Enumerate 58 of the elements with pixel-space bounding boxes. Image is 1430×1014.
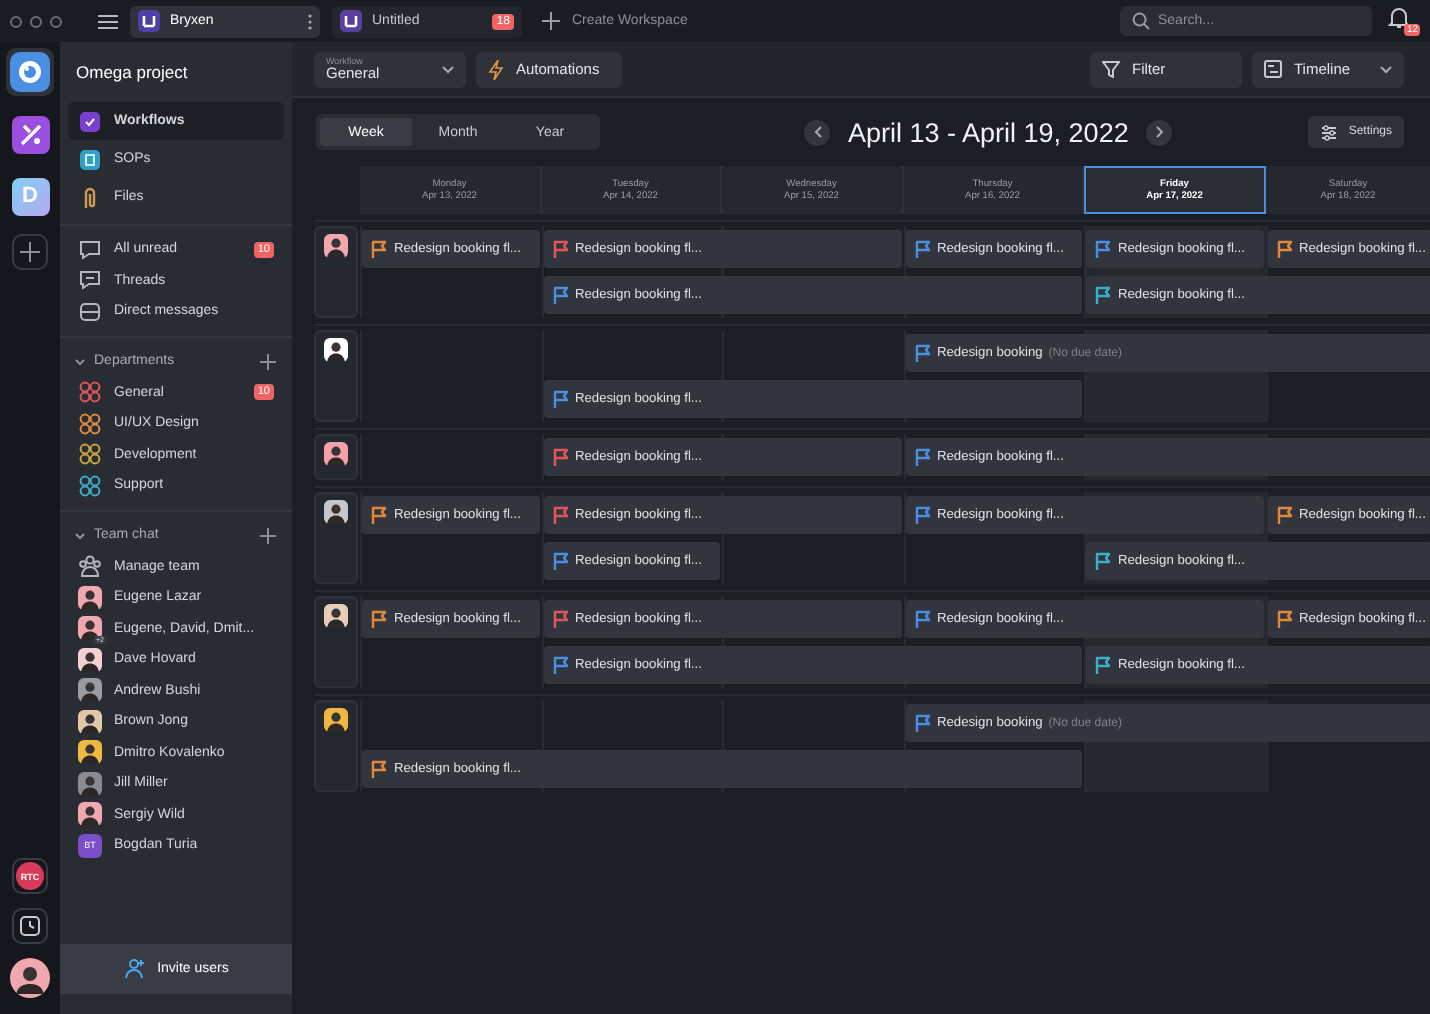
- chevron-down-icon[interactable]: [74, 355, 86, 367]
- clock-button[interactable]: [12, 908, 48, 944]
- person-card[interactable]: [314, 434, 358, 480]
- person-card[interactable]: [314, 492, 358, 584]
- chevron-right-icon: [1155, 126, 1164, 138]
- avatar-icon: [324, 442, 348, 466]
- user-avatar-icon[interactable]: [10, 958, 50, 998]
- clock-icon: [20, 916, 40, 936]
- avatar-icon: [78, 647, 102, 672]
- workspace-button[interactable]: [6, 48, 54, 96]
- date-range-title: April 13 - April 19, 2022: [848, 117, 1129, 147]
- chevron-down-icon: [442, 65, 454, 73]
- person-card[interactable]: [314, 700, 358, 792]
- chat-icon: [78, 237, 102, 262]
- workspace-button[interactable]: [6, 110, 54, 158]
- book-icon: [78, 147, 102, 171]
- chevron-down-icon[interactable]: [74, 529, 86, 541]
- settings-icon: [1320, 123, 1339, 141]
- window-controls-icon: [10, 15, 62, 27]
- chevron-down-icon: [1380, 65, 1392, 73]
- menu-icon[interactable]: [98, 13, 118, 29]
- lightning-icon: [488, 59, 504, 79]
- avatar-icon: [78, 709, 102, 734]
- add-workspace-button[interactable]: [12, 234, 48, 270]
- tools-logo-icon: [11, 115, 49, 153]
- previous-button[interactable]: [804, 119, 830, 145]
- person-card[interactable]: [314, 330, 358, 422]
- ring-logo-icon: [10, 52, 50, 92]
- avatar-icon: [78, 802, 102, 827]
- filter-icon: [1102, 60, 1120, 78]
- plus-icon[interactable]: [260, 527, 276, 543]
- person-card[interactable]: [314, 226, 358, 318]
- add-user-icon: [123, 958, 146, 980]
- workspace-logo-icon: [138, 10, 160, 32]
- avatar-icon: [78, 678, 102, 703]
- workspace-logo-icon: [340, 10, 362, 32]
- thread-icon: [78, 268, 102, 293]
- avatar-icon: [324, 604, 348, 628]
- avatar-icon: [324, 338, 348, 362]
- next-button[interactable]: [1146, 119, 1173, 145]
- clipboard-icon: [78, 109, 102, 133]
- plus-icon: [20, 242, 40, 262]
- avatar-icon: [324, 500, 348, 524]
- avatar-icon: [78, 771, 102, 796]
- plus-icon[interactable]: [260, 353, 276, 369]
- plus-icon: [542, 12, 560, 30]
- person-card[interactable]: [314, 596, 358, 688]
- team-icon: [78, 554, 102, 579]
- avatar-icon: [324, 708, 348, 732]
- group-avatar-icon: [78, 616, 102, 641]
- project-title: Omega project: [74, 60, 190, 86]
- avatar-icon: [324, 234, 348, 258]
- chevron-left-icon: [813, 126, 821, 138]
- avatar-icon: [78, 740, 102, 765]
- inbox-icon: [78, 299, 102, 324]
- timeline-icon: [1264, 60, 1282, 78]
- bell-icon: [1388, 6, 1410, 28]
- avatar-icon: [78, 585, 102, 610]
